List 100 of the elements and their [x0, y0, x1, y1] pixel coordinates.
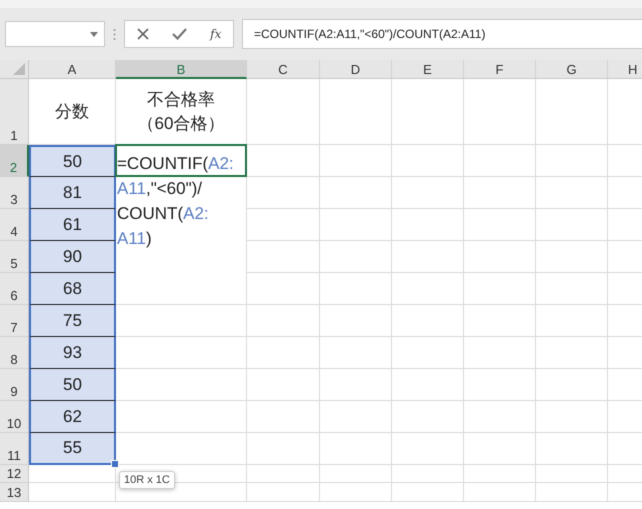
empty-cell[interactable]	[392, 401, 464, 433]
empty-cell[interactable]	[536, 369, 608, 401]
empty-cell[interactable]	[464, 401, 536, 433]
empty-cell[interactable]	[536, 273, 608, 305]
empty-cell[interactable]	[464, 209, 536, 241]
empty-cell[interactable]	[247, 79, 320, 145]
empty-cell[interactable]	[247, 209, 320, 241]
empty-cell[interactable]	[320, 337, 392, 369]
empty-cell[interactable]	[247, 465, 320, 483]
empty-cell[interactable]	[320, 273, 392, 305]
empty-cell[interactable]	[392, 273, 464, 305]
cancel-icon[interactable]	[136, 28, 149, 40]
empty-cell[interactable]	[320, 369, 392, 401]
column-header[interactable]: F	[464, 60, 536, 79]
empty-cell[interactable]	[464, 337, 536, 369]
row-header[interactable]: 8	[0, 337, 29, 369]
table-cell: 93	[29, 337, 116, 369]
empty-cell[interactable]	[247, 145, 320, 177]
empty-cell[interactable]	[464, 145, 536, 177]
empty-cell[interactable]	[536, 241, 608, 273]
empty-cell[interactable]	[392, 79, 464, 145]
fill-handle[interactable]	[111, 460, 119, 468]
empty-cell[interactable]	[392, 177, 464, 209]
selection-size-tooltip: 10R x 1C	[119, 471, 175, 489]
empty-cell[interactable]	[536, 79, 608, 145]
empty-cell[interactable]	[536, 209, 608, 241]
empty-cell[interactable]	[392, 483, 464, 502]
empty-cell[interactable]	[247, 337, 320, 369]
empty-cell[interactable]	[392, 145, 464, 177]
empty-cell[interactable]	[392, 369, 464, 401]
empty-cell[interactable]	[536, 483, 608, 502]
empty-cell[interactable]	[320, 465, 392, 483]
empty-cell[interactable]	[464, 79, 536, 145]
row-header[interactable]: 3	[0, 177, 29, 209]
empty-cell[interactable]	[464, 305, 536, 337]
table-cell: 75	[29, 305, 116, 337]
row-header[interactable]: 1	[0, 79, 29, 145]
corner-triangle-icon[interactable]	[13, 63, 25, 75]
empty-cell[interactable]	[392, 465, 464, 483]
row-header[interactable]: 12	[0, 465, 29, 483]
empty-cell[interactable]	[320, 209, 392, 241]
empty-cell[interactable]	[116, 483, 247, 502]
empty-cell[interactable]	[536, 465, 608, 483]
column-header[interactable]: E	[392, 60, 464, 79]
formula-field[interactable]: =COUNTIF(A2:A11,"<60")/COUNT(A2:A11)	[242, 19, 642, 49]
row-header[interactable]: 4	[0, 209, 29, 241]
empty-cell[interactable]	[247, 483, 320, 502]
empty-cell[interactable]	[247, 401, 320, 433]
empty-cell[interactable]	[536, 337, 608, 369]
empty-cell[interactable]	[536, 177, 608, 209]
row-header[interactable]: 2	[0, 145, 29, 177]
empty-cell[interactable]	[247, 177, 320, 209]
column-header[interactable]: H	[608, 60, 642, 79]
empty-cell[interactable]	[320, 433, 392, 465]
column-header[interactable]: B	[116, 60, 247, 79]
empty-cell[interactable]	[247, 433, 320, 465]
empty-cell[interactable]	[320, 79, 392, 145]
empty-cell[interactable]	[320, 241, 392, 273]
empty-cell[interactable]	[536, 433, 608, 465]
empty-cell[interactable]	[247, 369, 320, 401]
empty-cell[interactable]	[392, 305, 464, 337]
empty-cell[interactable]	[247, 305, 320, 337]
empty-cell[interactable]	[247, 241, 320, 273]
empty-cell[interactable]	[247, 273, 320, 305]
row-header[interactable]: 6	[0, 273, 29, 305]
row-header[interactable]: 5	[0, 241, 29, 273]
empty-cell[interactable]	[464, 241, 536, 273]
empty-cell[interactable]	[464, 465, 536, 483]
empty-cell[interactable]	[320, 483, 392, 502]
empty-cell[interactable]	[464, 369, 536, 401]
empty-cell[interactable]	[536, 305, 608, 337]
row-header[interactable]: 13	[0, 483, 29, 502]
empty-cell[interactable]	[320, 305, 392, 337]
empty-cell[interactable]	[536, 145, 608, 177]
row-header[interactable]: 9	[0, 369, 29, 401]
select-all-button[interactable]	[0, 60, 29, 79]
column-header[interactable]: D	[320, 60, 392, 79]
column-header[interactable]: C	[247, 60, 320, 79]
insert-function-button[interactable]: fx	[210, 27, 222, 41]
empty-cell[interactable]	[116, 465, 247, 483]
empty-cell[interactable]	[320, 401, 392, 433]
empty-cell[interactable]	[464, 177, 536, 209]
empty-cell[interactable]	[464, 483, 536, 502]
empty-cell[interactable]	[392, 433, 464, 465]
empty-cell[interactable]	[464, 273, 536, 305]
empty-cell[interactable]	[392, 209, 464, 241]
column-header[interactable]: A	[29, 60, 116, 79]
empty-cell[interactable]	[392, 337, 464, 369]
empty-cell[interactable]	[536, 401, 608, 433]
empty-cell[interactable]	[392, 241, 464, 273]
column-header[interactable]: G	[536, 60, 608, 79]
row-header[interactable]: 10	[0, 401, 29, 433]
empty-cell[interactable]	[464, 433, 536, 465]
check-icon[interactable]	[172, 28, 187, 40]
row-header[interactable]: 7	[0, 305, 29, 337]
row-header[interactable]: 11	[0, 433, 29, 465]
empty-cell[interactable]	[320, 145, 392, 177]
dropdown-icon[interactable]	[90, 32, 98, 36]
grip-icon	[113, 28, 116, 40]
empty-cell[interactable]	[320, 177, 392, 209]
